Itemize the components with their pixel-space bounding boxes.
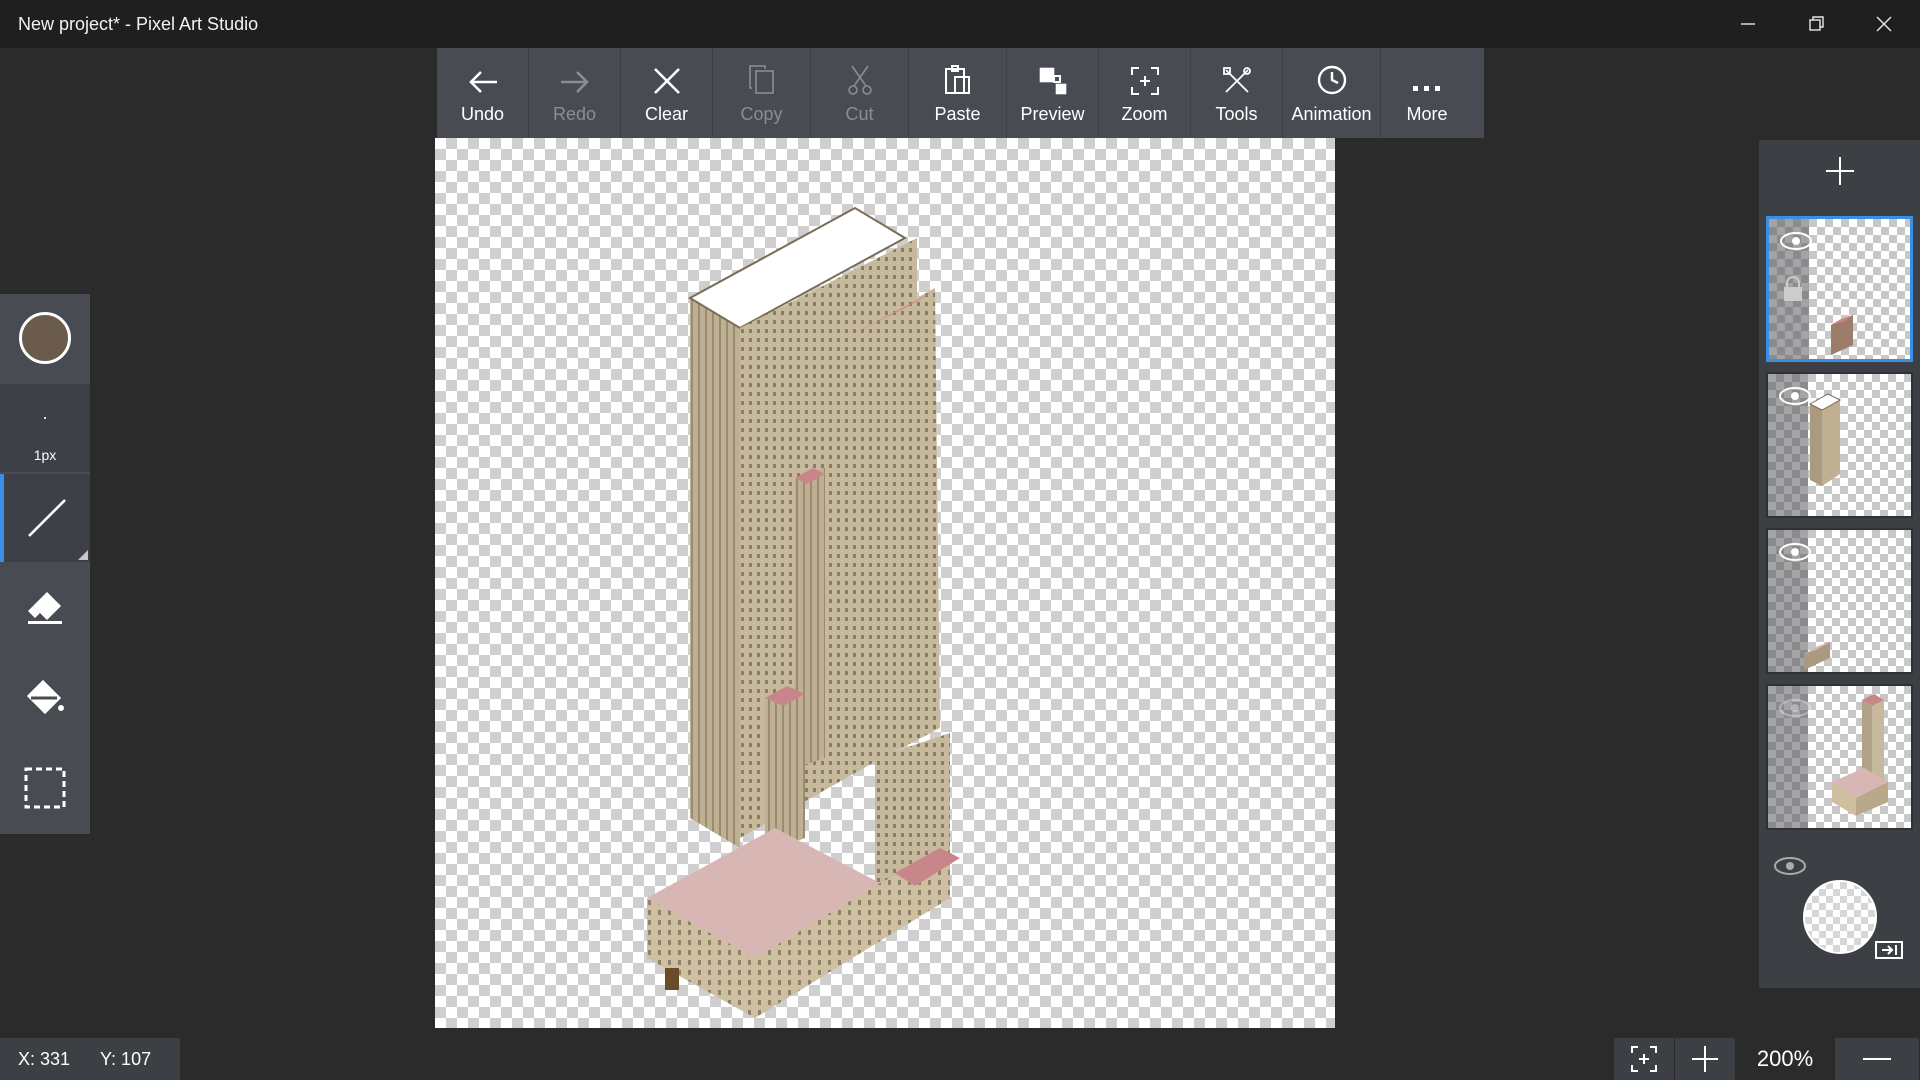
- zoom-button[interactable]: Zoom: [1099, 48, 1191, 138]
- y-coordinate: Y: 107: [100, 1048, 152, 1069]
- eraser-icon: [28, 592, 62, 624]
- more-button[interactable]: More: [1381, 48, 1473, 138]
- minimize-icon: [1741, 23, 1755, 25]
- x-icon: [653, 68, 680, 94]
- clipboard-icon: [944, 65, 970, 94]
- title-bar: New project* - Pixel Art Studio: [0, 0, 1920, 48]
- tools-icon: [1222, 67, 1251, 93]
- close-button[interactable]: [1850, 0, 1918, 48]
- merge-layers-icon[interactable]: [1874, 940, 1904, 960]
- more-icon: [1413, 86, 1440, 91]
- line-icon: [28, 499, 66, 537]
- fit-screen-icon: [1631, 1046, 1657, 1072]
- brush-size-label: 1px: [33, 447, 57, 463]
- current-color-swatch: [19, 312, 71, 364]
- layer-4-preview: [1832, 694, 1888, 816]
- building-artwork: [647, 206, 960, 1018]
- layer-4-thumbnail[interactable]: [1766, 684, 1913, 830]
- scissors-icon: [847, 65, 872, 95]
- layer-3-preview: [1804, 642, 1830, 670]
- eraser-tool-button[interactable]: [0, 564, 90, 652]
- zoom-level: 200%: [1735, 1038, 1835, 1080]
- coordinate-readout: X: 331 Y: 107: [0, 1038, 180, 1080]
- main-toolbar: Undo Redo Clear Copy Cut Paste Preview Z…: [437, 48, 1484, 138]
- background-layer[interactable]: [1759, 840, 1920, 988]
- selection-tool-button[interactable]: [0, 744, 90, 832]
- copy-icon: [748, 65, 774, 94]
- zoom-in-button[interactable]: [1675, 1038, 1735, 1080]
- layer-2-preview: [1808, 393, 1842, 486]
- background-color-swatch[interactable]: [1803, 880, 1877, 954]
- arrow-right-icon: [560, 71, 589, 93]
- restore-button[interactable]: [1782, 0, 1850, 48]
- x-coordinate: X: 331: [18, 1048, 71, 1069]
- add-layer-button[interactable]: [1759, 140, 1920, 202]
- undo-button[interactable]: Undo: [437, 48, 529, 138]
- animation-button[interactable]: Animation: [1283, 48, 1381, 138]
- layers-panel: [1759, 140, 1920, 988]
- zoom-controls: 200%: [1614, 1038, 1920, 1080]
- layer-1-preview: [1831, 315, 1853, 355]
- zoom-out-button[interactable]: [1835, 1038, 1919, 1080]
- plus-icon: [1692, 1046, 1718, 1072]
- fit-screen-icon: [1130, 67, 1159, 95]
- minus-icon: [1863, 1058, 1891, 1060]
- drawing-canvas[interactable]: [435, 138, 1335, 1028]
- preview-icon: [1039, 67, 1066, 95]
- layer-2-thumbnail[interactable]: [1766, 372, 1913, 518]
- cut-button[interactable]: Cut: [811, 48, 909, 138]
- preview-button[interactable]: Preview: [1007, 48, 1099, 138]
- bucket-icon: [26, 679, 64, 715]
- fit-to-screen-button[interactable]: [1614, 1038, 1674, 1080]
- arrow-left-icon: [468, 71, 497, 93]
- close-icon: [1876, 16, 1892, 32]
- layer-3-thumbnail[interactable]: [1766, 528, 1913, 674]
- line-tool-button[interactable]: [0, 474, 90, 562]
- submenu-indicator: [78, 550, 88, 560]
- copy-button[interactable]: Copy: [713, 48, 811, 138]
- brush-size-button[interactable]: 1px: [0, 384, 90, 472]
- brush-size-dot: [44, 417, 46, 419]
- window-title: New project* - Pixel Art Studio: [18, 14, 259, 34]
- eye-icon[interactable]: [1773, 856, 1807, 876]
- color-picker-button[interactable]: [0, 294, 90, 382]
- left-toolbar: 1px: [0, 294, 90, 834]
- fill-tool-button[interactable]: [0, 654, 90, 742]
- plus-icon: [1825, 157, 1854, 185]
- layer-1-thumbnail[interactable]: [1766, 216, 1913, 362]
- selection-icon: [24, 767, 66, 809]
- clear-button[interactable]: Clear: [621, 48, 713, 138]
- redo-button[interactable]: Redo: [529, 48, 621, 138]
- tools-button[interactable]: Tools: [1191, 48, 1283, 138]
- paste-button[interactable]: Paste: [909, 48, 1007, 138]
- minimize-button[interactable]: [1714, 0, 1782, 48]
- restore-icon: [1809, 16, 1824, 31]
- clock-icon: [1317, 65, 1346, 95]
